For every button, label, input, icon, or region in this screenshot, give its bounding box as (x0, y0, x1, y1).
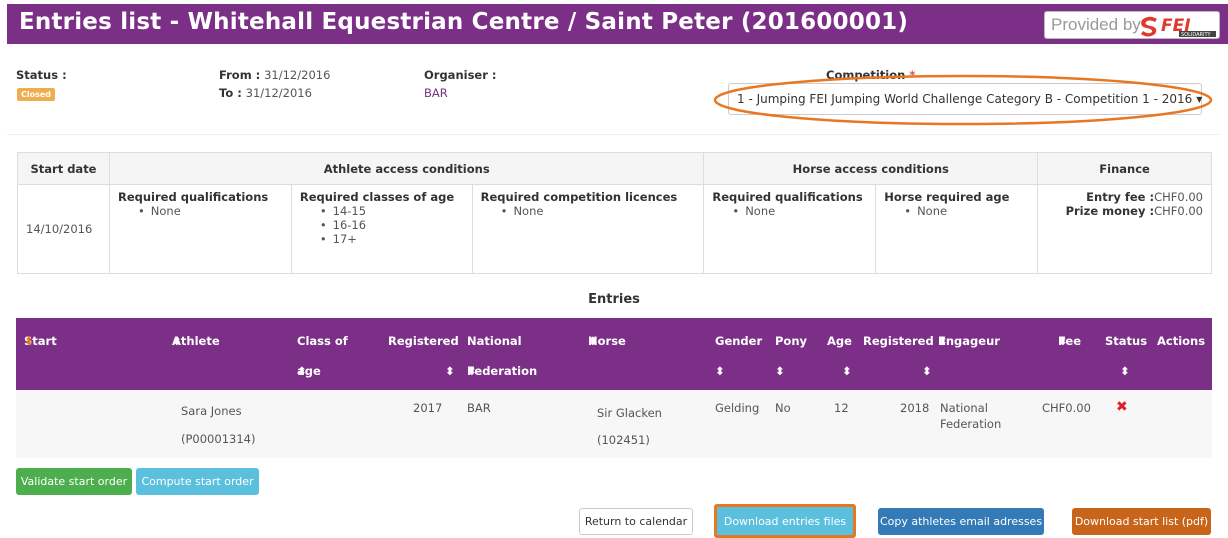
download-start-list-button[interactable]: Download start list (pdf) (1072, 508, 1211, 535)
sort-icon: ⬍ (172, 334, 182, 348)
to-date: To : 31/12/2016 (219, 86, 312, 100)
download-entries-files-button[interactable]: Download entries files (714, 504, 856, 538)
svg-text:SOLIDARITY: SOLIDARITY (1181, 32, 1212, 38)
horse-age-label: Horse required age (884, 190, 1010, 204)
prize-money-value: CHF0.00 (1154, 204, 1203, 218)
pony-cell: No (775, 401, 791, 415)
horse-id-link[interactable]: (102451) (597, 433, 650, 447)
sort-icon: ⬍ (938, 334, 948, 348)
organiser-label: Organiser : (424, 68, 497, 82)
registered-cell: 2017 (413, 401, 443, 415)
gender-cell: Gelding (715, 401, 760, 415)
horse-link[interactable]: Sir Glacken (597, 406, 662, 420)
finance-header: Finance (1037, 152, 1212, 185)
horse-qualifications-label: Required qualifications (712, 190, 863, 204)
sort-icon[interactable]: ⬍ (1120, 364, 1130, 378)
sort-icon: ⬍ (24, 334, 34, 348)
list-item: 17+ (320, 232, 464, 246)
finance-cell: Entry fee :CHF0.00 Prize money :CHF0.00 (1037, 184, 1212, 274)
engageur-cell-2: Federation (940, 417, 1002, 431)
required-age-label: Required classes of age (299, 190, 455, 204)
athlete-conditions-header: Athlete access conditions (108, 152, 705, 185)
list-item: None (904, 204, 1029, 218)
required-licences-cell: Required competition licencesNone (471, 184, 705, 274)
list-item: None (732, 204, 867, 218)
provided-by-badge: Provided by FEI SOLIDARITY (1044, 11, 1220, 39)
entries-table-header: Start ⬍ Athlete ⬍ Class of age ⬍ Registe… (16, 318, 1212, 390)
sort-icon: ⬍ (297, 364, 307, 378)
col-actions: Actions (1157, 334, 1206, 348)
required-age-cell: Required classes of age14-1516-1617+ (290, 184, 473, 274)
organiser-link[interactable]: BAR (424, 86, 448, 100)
required-licences-label: Required competition licences (480, 190, 678, 204)
list-item: 16-16 (320, 218, 464, 232)
page-header: Entries list - Whitehall Equestrian Cent… (7, 4, 1228, 44)
start-date-header: Start date (17, 152, 110, 185)
status-x-icon[interactable]: ✖ (1116, 399, 1128, 415)
required-qualifications-cell: Required qualificationsNone (108, 184, 292, 274)
divider (7, 134, 1220, 135)
sort-icon[interactable]: ⬍ (445, 364, 455, 378)
nf-cell: BAR (467, 401, 491, 415)
horse-conditions-header: Horse access conditions (703, 152, 1039, 185)
sort-icon: ⬍ (467, 364, 477, 378)
sort-icon[interactable]: ⬍ (922, 364, 932, 378)
from-date: From : 31/12/2016 (219, 68, 330, 82)
copy-athletes-email-button[interactable]: Copy athletes email adresses (878, 508, 1044, 535)
sort-icon[interactable]: ⬍ (775, 364, 785, 378)
athlete-link[interactable]: Sara Jones (181, 404, 242, 418)
to-value: 31/12/2016 (245, 86, 312, 100)
list-item: None (501, 204, 696, 218)
athlete-id-link[interactable]: (P00001314) (181, 432, 255, 446)
compute-start-order-button[interactable]: Compute start order (136, 468, 259, 495)
provided-by-text: Provided by (1051, 15, 1141, 34)
horse-age-cell: Horse required ageNone (875, 184, 1039, 274)
list-item: 14-15 (320, 204, 464, 218)
horse-qualifications-cell: Required qualificationsNone (703, 184, 877, 274)
entry-fee-label: Entry fee : (1086, 190, 1155, 204)
sort-icon[interactable]: ⬍ (715, 364, 725, 378)
list-item: None (138, 204, 283, 218)
engageur-cell-1: National (940, 401, 988, 415)
fee-cell: CHF0.00 (1042, 401, 1091, 415)
page-title: Entries list - Whitehall Equestrian Cent… (19, 9, 909, 35)
return-to-calendar-button[interactable]: Return to calendar (579, 508, 693, 535)
prize-money-label: Prize money : (1065, 204, 1155, 218)
start-date-value: 14/10/2016 (17, 184, 110, 274)
sort-icon: ⬍ (588, 334, 598, 348)
from-label: From : (219, 68, 261, 82)
fei-solidarity-logo: FEI SOLIDARITY (1141, 16, 1216, 38)
sort-icon[interactable]: ⬍ (842, 364, 852, 378)
table-row: Sara Jones (P00001314) 2017 BAR Sir Glac… (16, 390, 1212, 458)
conditions-table: Start date Athlete access conditions Hor… (17, 152, 1212, 274)
entry-fee-value: CHF0.00 (1154, 190, 1203, 204)
age-cell: 12 (834, 401, 849, 415)
highlight-ellipse (713, 74, 1213, 126)
to-label: To : (219, 86, 242, 100)
registered-2-cell: 2018 (900, 401, 930, 415)
from-value: 31/12/2016 (264, 68, 331, 82)
status-label: Status : (16, 68, 67, 82)
sort-icon: ⬍ (1058, 334, 1068, 348)
status-badge: Closed (17, 88, 56, 101)
required-qualifications-label: Required qualifications (117, 190, 269, 204)
entries-title: Entries (588, 292, 640, 307)
validate-start-order-button[interactable]: Validate start order (16, 468, 132, 495)
